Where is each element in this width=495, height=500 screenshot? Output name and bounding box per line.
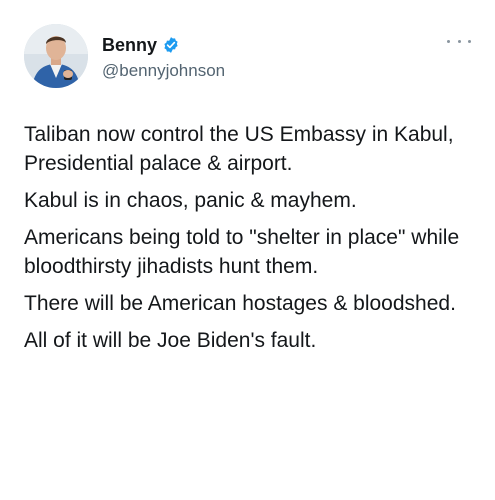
tweet-paragraph: Americans being told to "shelter in plac… (24, 226, 460, 278)
verified-badge-icon (162, 36, 180, 54)
display-name[interactable]: Benny (102, 34, 157, 56)
tweet-paragraph: All of it will be Joe Biden's fault. (24, 329, 317, 352)
avatar-image (24, 24, 88, 88)
tweet-card: Benny @bennyjohnson Taliban now control … (0, 0, 495, 500)
tweet-text: Taliban now control the US Embassy in Ka… (24, 120, 484, 363)
more-horizontal-icon[interactable] (447, 36, 471, 46)
tweet-paragraph: Taliban now control the US Embassy in Ka… (24, 123, 454, 175)
tweet-paragraph: Kabul is in chaos, panic & mayhem. (24, 189, 357, 212)
author-name-row: Benny (102, 34, 180, 56)
screenshot-page: Benny @bennyjohnson Taliban now control … (0, 0, 495, 500)
user-handle[interactable]: @bennyjohnson (102, 61, 225, 81)
avatar[interactable] (24, 24, 88, 88)
tweet-paragraph: There will be American hostages & bloods… (24, 292, 456, 315)
